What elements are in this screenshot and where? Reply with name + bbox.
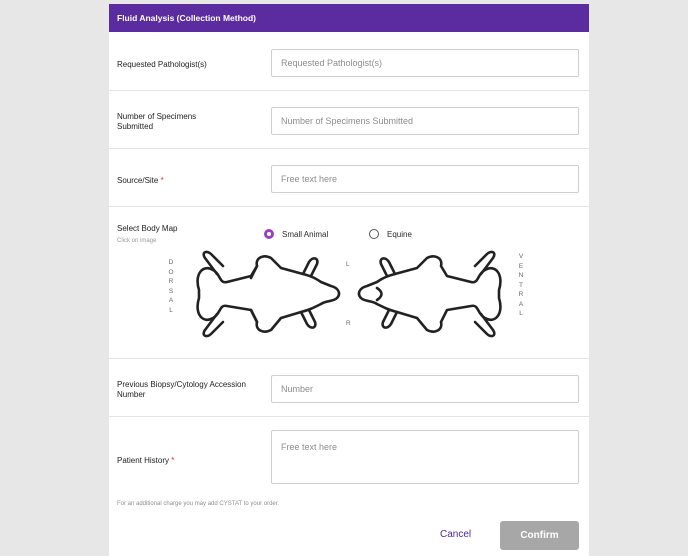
pathologist-placeholder: Requested Pathologist(s)	[281, 58, 383, 68]
vertical-letter: D	[168, 259, 174, 266]
required-mark: *	[171, 456, 175, 465]
pathologist-row: Requested Pathologist(s) Requested Patho…	[109, 32, 589, 91]
biopsy-placeholder: Number	[281, 384, 314, 394]
panel-header: Fluid Analysis (Collection Method)	[109, 4, 589, 32]
radio-equine[interactable]: Equine	[369, 229, 412, 239]
radio-selected-icon[interactable]	[264, 229, 274, 239]
vertical-letter: R	[168, 278, 174, 285]
history-placeholder: Free text here	[281, 442, 338, 452]
specimens-placeholder: Number of Specimens Submitted	[281, 116, 414, 126]
biopsy-input[interactable]: Number	[271, 375, 579, 403]
specimens-input[interactable]: Number of Specimens Submitted	[271, 107, 579, 135]
vertical-letter: S	[168, 287, 174, 295]
source-placeholder: Free text here	[281, 174, 338, 184]
pathologist-label: Requested Pathologist(s)	[117, 60, 207, 69]
source-input[interactable]: Free text here	[271, 165, 579, 193]
vertical-letter: L	[519, 310, 523, 317]
specimens-row: Number of Specimens Submitted Number of …	[109, 90, 589, 149]
ventral-vertical-label: VENTRAL	[517, 252, 525, 319]
body-map-side-r: R	[346, 320, 351, 327]
radio-small-animal[interactable]: Small Animal	[264, 229, 328, 239]
required-mark: *	[160, 176, 164, 185]
history-label-text: Patient History	[117, 456, 170, 465]
vertical-letter: E	[518, 262, 524, 270]
confirm-button[interactable]: Confirm	[500, 521, 579, 550]
ventral-animal-diagram[interactable]	[355, 244, 507, 344]
radio-small-animal-label: Small Animal	[282, 229, 329, 239]
dorsal-animal-diagram[interactable]	[191, 244, 343, 344]
specimens-label: Number of Specimens Submitted	[117, 112, 197, 131]
body-map-label: Select Body Map	[117, 224, 178, 233]
source-label: Source/Site *	[117, 176, 247, 186]
biopsy-label: Previous Biopsy/Cytology Accession Numbe…	[117, 380, 246, 399]
vertical-letter: R	[518, 291, 524, 298]
body-map-side-l: L	[346, 261, 350, 268]
vertical-letter: L	[169, 306, 173, 314]
vertical-letter: A	[168, 297, 174, 304]
history-row: Patient History * Free text here	[109, 416, 589, 496]
pathologist-input[interactable]: Requested Pathologist(s)	[271, 49, 579, 77]
history-textarea[interactable]: Free text here	[271, 430, 579, 484]
source-row: Source/Site * Free text here	[109, 148, 589, 207]
panel-title: Fluid Analysis (Collection Method)	[117, 13, 256, 23]
fluid-analysis-panel: Fluid Analysis (Collection Method) Reque…	[109, 4, 589, 556]
biopsy-row: Previous Biopsy/Cytology Accession Numbe…	[109, 358, 589, 417]
radio-unselected-icon[interactable]	[369, 229, 379, 239]
vertical-letter: V	[518, 253, 524, 260]
vertical-letter: N	[518, 272, 524, 279]
vertical-letter: A	[518, 300, 524, 308]
radio-equine-label: Equine	[387, 229, 412, 239]
dorsal-vertical-label: DORSAL	[167, 258, 175, 315]
body-map-hint: Click on image	[117, 238, 157, 244]
vertical-letter: T	[519, 281, 523, 289]
cystat-note: For an additional charge you may add CYS…	[117, 501, 280, 507]
cancel-button[interactable]: Cancel	[440, 529, 471, 540]
source-label-text: Source/Site	[117, 176, 159, 185]
vertical-letter: O	[168, 268, 174, 276]
history-label: Patient History *	[117, 456, 247, 466]
